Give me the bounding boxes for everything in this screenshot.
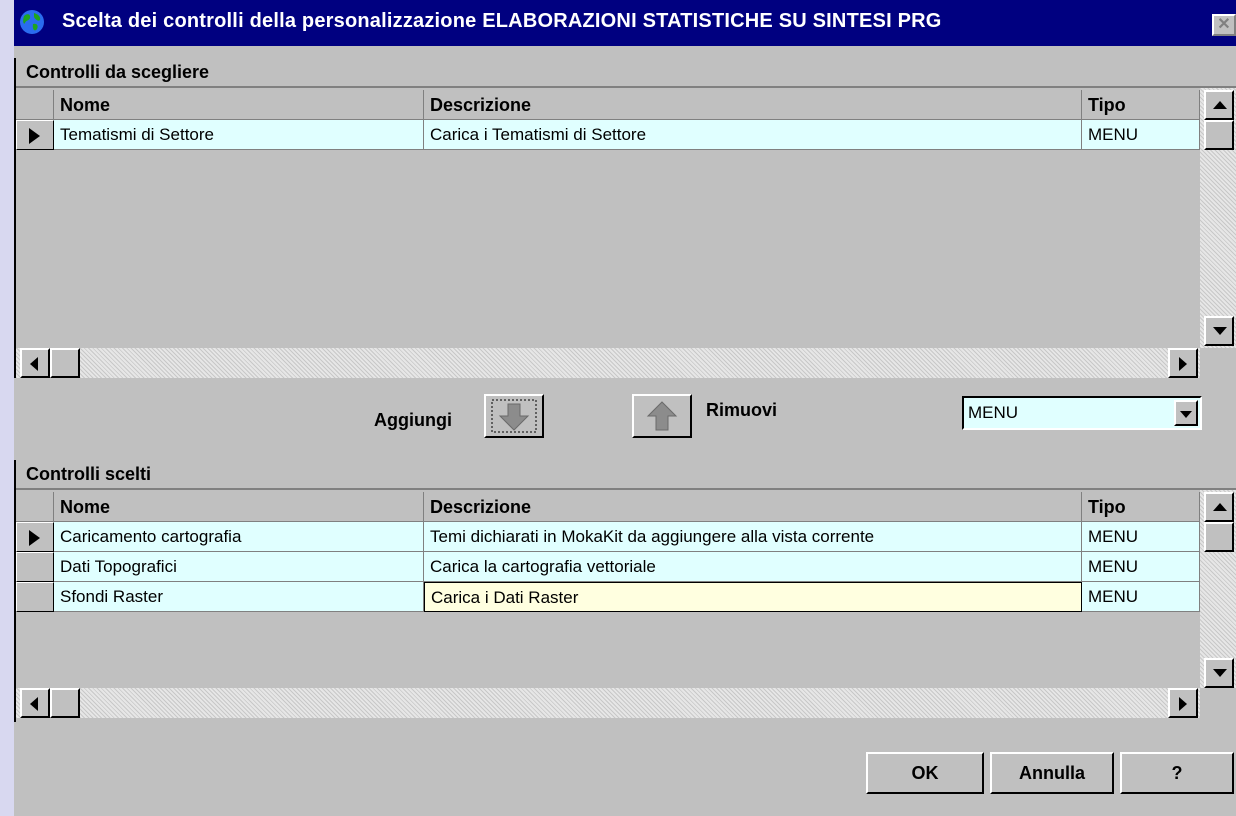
arrow-up-icon: [646, 401, 678, 431]
vertical-scrollbar[interactable]: [1200, 490, 1236, 688]
scroll-down-button[interactable]: [1204, 316, 1234, 346]
close-button[interactable]: ✕: [1212, 14, 1236, 36]
column-header-tipo[interactable]: Tipo: [1082, 90, 1200, 120]
title-bar: Scelta dei controlli della personalizzaz…: [14, 0, 1236, 46]
arrow-down-icon: [491, 399, 537, 433]
cell-nome[interactable]: Sfondi Raster: [54, 582, 424, 612]
arrow-right-icon: [1179, 697, 1187, 711]
close-icon: ✕: [1217, 16, 1231, 33]
cell-nome[interactable]: Dati Topografici: [54, 552, 424, 582]
column-header-tipo[interactable]: Tipo: [1082, 492, 1200, 522]
add-button[interactable]: [484, 394, 544, 438]
scroll-thumb[interactable]: [1204, 522, 1234, 552]
row-selector[interactable]: [16, 582, 54, 612]
cell-descrizione[interactable]: Carica i Tematismi di Settore: [424, 120, 1082, 150]
scroll-left-button[interactable]: [20, 348, 50, 378]
horizontal-scrollbar[interactable]: [16, 348, 1200, 378]
cell-tipo[interactable]: MENU: [1082, 120, 1200, 150]
cell-nome[interactable]: Tematismi di Settore: [54, 120, 424, 150]
header-row: Nome Descrizione Tipo: [16, 492, 1200, 522]
scroll-right-button[interactable]: [1168, 348, 1198, 378]
remove-label: Rimuovi: [706, 400, 778, 420]
help-button[interactable]: ?: [1120, 752, 1234, 794]
scroll-thumb[interactable]: [1204, 120, 1234, 150]
arrow-down-icon: [1213, 327, 1227, 335]
cell-tipo[interactable]: MENU: [1082, 582, 1200, 612]
vertical-scrollbar[interactable]: [1200, 88, 1236, 348]
remove-button[interactable]: [632, 394, 692, 438]
available-controls-grid: Controlli da scegliere Nome Descrizione …: [14, 58, 1236, 378]
arrow-up-icon: [1213, 503, 1227, 511]
window-title: Scelta dei controlli della personalizzaz…: [62, 10, 942, 32]
header-row: Nome Descrizione Tipo: [16, 90, 1200, 120]
table-row[interactable]: Tematismi di Settore Carica i Tematismi …: [16, 120, 1200, 150]
dropdown-button[interactable]: [1174, 400, 1198, 426]
arrow-left-icon: [30, 697, 38, 711]
scroll-left-button[interactable]: [20, 688, 50, 718]
scroll-thumb[interactable]: [50, 688, 80, 718]
row-selector[interactable]: [16, 120, 54, 150]
cell-descrizione[interactable]: Carica i Dati Raster: [424, 582, 1082, 612]
scroll-up-button[interactable]: [1204, 492, 1234, 522]
globe-icon: [20, 10, 44, 34]
column-header-nome[interactable]: Nome: [54, 492, 424, 522]
cell-descrizione[interactable]: Temi dichiarati in MokaKit da aggiungere…: [424, 522, 1082, 552]
scroll-down-button[interactable]: [1204, 658, 1234, 688]
column-header-nome[interactable]: Nome: [54, 90, 424, 120]
table-row[interactable]: Caricamento cartografia Temi dichiarati …: [16, 522, 1200, 552]
column-header-descrizione[interactable]: Descrizione: [424, 492, 1082, 522]
cell-nome[interactable]: Caricamento cartografia: [54, 522, 424, 552]
current-row-icon: [29, 530, 40, 546]
add-label: Aggiungi: [374, 410, 452, 430]
horizontal-scrollbar[interactable]: [16, 688, 1200, 718]
ok-button[interactable]: OK: [866, 752, 984, 794]
arrow-left-icon: [30, 357, 38, 371]
grid-caption: Controlli scelti: [26, 464, 152, 484]
type-filter-select[interactable]: MENU: [962, 396, 1202, 430]
chevron-down-icon: [1180, 411, 1192, 418]
type-filter-value: MENU: [968, 403, 1019, 422]
selected-controls-grid: Controlli scelti Nome Descrizione Tipo C…: [14, 460, 1236, 722]
arrow-up-icon: [1213, 101, 1227, 109]
current-row-icon: [29, 128, 40, 144]
row-selector[interactable]: [16, 522, 54, 552]
cell-tipo[interactable]: MENU: [1082, 522, 1200, 552]
scroll-thumb[interactable]: [50, 348, 80, 378]
grid-caption: Controlli da scegliere: [26, 62, 210, 82]
row-selector[interactable]: [16, 552, 54, 582]
cancel-button[interactable]: Annulla: [990, 752, 1114, 794]
arrow-right-icon: [1179, 357, 1187, 371]
table-row[interactable]: Sfondi Raster Carica i Dati Raster MENU: [16, 582, 1200, 612]
table-row[interactable]: Dati Topografici Carica la cartografia v…: [16, 552, 1200, 582]
scroll-right-button[interactable]: [1168, 688, 1198, 718]
left-edge: [0, 0, 14, 816]
cell-descrizione[interactable]: Carica la cartografia vettoriale: [424, 552, 1082, 582]
cell-tipo[interactable]: MENU: [1082, 552, 1200, 582]
arrow-down-icon: [1213, 669, 1227, 677]
column-header-descrizione[interactable]: Descrizione: [424, 90, 1082, 120]
scroll-up-button[interactable]: [1204, 90, 1234, 120]
